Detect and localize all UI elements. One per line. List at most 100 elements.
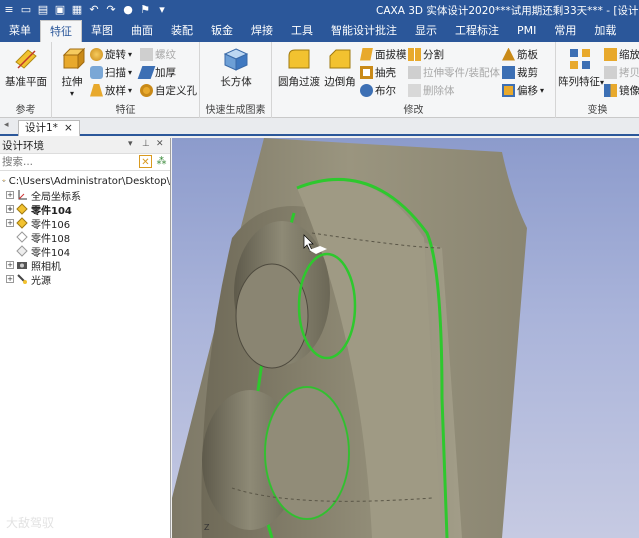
revolve-label: 旋转 <box>105 48 126 61</box>
draft-face-icon <box>360 47 373 61</box>
customize-icon[interactable]: ▾ <box>156 4 168 16</box>
trim-icon <box>502 65 515 79</box>
stretch-part-button[interactable]: 拉伸零件/装配体 <box>408 64 500 80</box>
tab-weld[interactable]: 焊接 <box>242 20 282 42</box>
pattern-feature-button[interactable]: 阵列特征▾ <box>558 46 604 89</box>
rib-icon <box>502 47 515 61</box>
expand-icon[interactable]: + <box>6 261 14 269</box>
tree-node-part-108[interactable]: 零件108 <box>0 230 170 245</box>
shell-button[interactable]: 抽壳 <box>360 64 396 80</box>
thicken-icon <box>137 65 156 79</box>
tree-label: 零件106 <box>31 219 71 231</box>
tab-feature[interactable]: 特征 <box>40 20 82 42</box>
tab-scroll-icon[interactable]: ◂ <box>4 120 9 130</box>
copy-button[interactable]: 拷贝 <box>604 64 639 80</box>
part-icon <box>16 217 28 229</box>
custom-hole-icon <box>140 83 153 97</box>
expand-icon[interactable]: + <box>6 219 14 227</box>
clear-search-icon[interactable]: ✕ <box>139 155 152 168</box>
window-title: CAXA 3D 实体设计2020***试用期还剩33天*** - [设计1*] <box>376 5 639 17</box>
box-button[interactable]: 长方体 <box>214 46 258 89</box>
thicken-button[interactable]: 加厚 <box>137 64 176 80</box>
title-bar: ≡ ▭ ▤ ▣ ▦ ↶ ↷ ● ⚑ ▾ CAXA 3D 实体设计2020***试… <box>0 0 639 20</box>
tab-sheetmetal[interactable]: 钣金 <box>202 20 242 42</box>
tab-common[interactable]: 常用 <box>545 20 585 42</box>
redo-icon[interactable]: ↷ <box>105 4 117 16</box>
stretch-part-label: 拉伸零件/装配体 <box>423 66 501 79</box>
tab-display[interactable]: 显示 <box>406 20 446 42</box>
open-icon[interactable]: ▤ <box>37 4 49 16</box>
sweep-button[interactable]: 扫描 ▾ <box>90 64 132 80</box>
split-button[interactable]: 分割 <box>408 46 444 62</box>
tab-tools[interactable]: 工具 <box>282 20 322 42</box>
extrude-button[interactable]: 拉伸 ▾ <box>56 46 88 98</box>
scale-icon <box>604 47 617 61</box>
close-icon[interactable]: × <box>64 121 73 136</box>
tab-menu[interactable]: 菜单 <box>0 20 40 42</box>
ribbon-tabs: 菜单 特征 草图 曲面 装配 钣金 焊接 工具 智能设计批注 显示 工程标注 P… <box>0 20 639 42</box>
tree-node-light[interactable]: + 光源 <box>0 272 170 287</box>
part-icon <box>16 203 28 215</box>
tab-smart-annotation[interactable]: 智能设计批注 <box>322 20 406 42</box>
expand-icon[interactable]: + <box>6 205 14 213</box>
tree-node-global-axis[interactable]: + 全局坐标系 <box>0 188 170 203</box>
draft-face-button[interactable]: 面拔模 <box>360 46 407 62</box>
expand-icon[interactable]: + <box>6 191 14 199</box>
document-tab[interactable]: 设计1* × <box>18 120 80 136</box>
tab-dimension[interactable]: 工程标注 <box>446 20 508 42</box>
boolean-button[interactable]: 布尔 <box>360 82 396 98</box>
trim-label: 裁剪 <box>517 66 538 79</box>
pin-icon[interactable]: ⊥ <box>142 139 150 149</box>
loft-button[interactable]: 放样 ▾ <box>90 82 132 98</box>
tab-surface[interactable]: 曲面 <box>122 20 162 42</box>
model-view[interactable]: Z <box>172 138 639 538</box>
filter-icon[interactable]: ⁂ <box>155 155 168 168</box>
upper-hole[interactable] <box>235 263 309 369</box>
quick-access-toolbar: ≡ ▭ ▤ ▣ ▦ ↶ ↷ ● ⚑ ▾ <box>0 4 168 16</box>
rib-button[interactable]: 筋板 <box>502 46 538 62</box>
trim-button[interactable]: 裁剪 <box>502 64 538 80</box>
thread-button[interactable]: 螺纹 <box>140 46 176 62</box>
tab-load[interactable]: 加载 <box>585 20 625 42</box>
new-icon[interactable]: ▭ <box>20 4 32 16</box>
tree-node-part-104[interactable]: + 零件104 <box>0 202 170 217</box>
offset-button[interactable]: 偏移 ▾ <box>502 82 544 98</box>
delete-body-button[interactable]: 删除体 <box>408 82 455 98</box>
group-feature: 拉伸 ▾ 旋转 ▾ 扫描 ▾ 放样 ▾ 螺纹 加厚 自定义孔 特征 <box>52 42 200 118</box>
panel-close-icon[interactable]: ✕ <box>156 139 164 149</box>
save-icon[interactable]: ▣ <box>54 4 66 16</box>
expand-icon[interactable]: + <box>6 275 14 283</box>
print-icon[interactable]: ▦ <box>71 4 83 16</box>
fillet-button[interactable]: 圆角过渡 <box>276 46 322 89</box>
undo-icon[interactable]: ↶ <box>88 4 100 16</box>
datum-plane-button[interactable]: 基准平面 <box>3 46 49 89</box>
tab-pmi[interactable]: PMI <box>508 20 545 42</box>
scale-button[interactable]: 缩放 <box>604 46 639 62</box>
chamfer-label: 边倒角 <box>324 76 356 88</box>
sphere-icon[interactable]: ● <box>122 4 134 16</box>
tree-node-camera[interactable]: + 照相机 <box>0 258 170 273</box>
tree-node-root[interactable]: C:\Users\Administrator\Desktop\ <box>0 174 170 188</box>
revolve-button[interactable]: 旋转 ▾ <box>90 46 132 62</box>
datum-plane-label: 基准平面 <box>5 76 47 88</box>
3d-viewport[interactable]: Z <box>172 138 639 538</box>
extrude-dropdown-icon[interactable]: ▾ <box>56 89 88 98</box>
flag-icon[interactable]: ⚑ <box>139 4 151 16</box>
tree-node-part-104b[interactable]: 零件104 <box>0 244 170 259</box>
ribbon: 基准平面 参考 拉伸 ▾ 旋转 ▾ 扫描 ▾ 放样 ▾ 螺纹 加厚 自定义孔 特… <box>0 42 639 118</box>
app-menu-icon[interactable]: ≡ <box>3 4 15 16</box>
group-label-reference: 参考 <box>15 105 36 116</box>
custom-hole-button[interactable]: 自定义孔 <box>140 82 197 98</box>
scale-label: 缩放 <box>619 48 639 61</box>
mirror-button[interactable]: 镜像 <box>604 82 639 98</box>
tree-label: 零件108 <box>31 233 71 245</box>
search-input[interactable] <box>0 155 130 169</box>
chamfer-button[interactable]: 边倒角 <box>322 46 358 89</box>
tree-node-part-106[interactable]: + 零件106 <box>0 216 170 231</box>
panel-dropdown-icon[interactable]: ▾ <box>128 139 133 149</box>
tab-assembly[interactable]: 装配 <box>162 20 202 42</box>
shell-icon <box>360 65 373 79</box>
axis-label: Z <box>204 523 210 532</box>
extrude-icon <box>62 47 85 70</box>
tab-sketch[interactable]: 草图 <box>82 20 122 42</box>
